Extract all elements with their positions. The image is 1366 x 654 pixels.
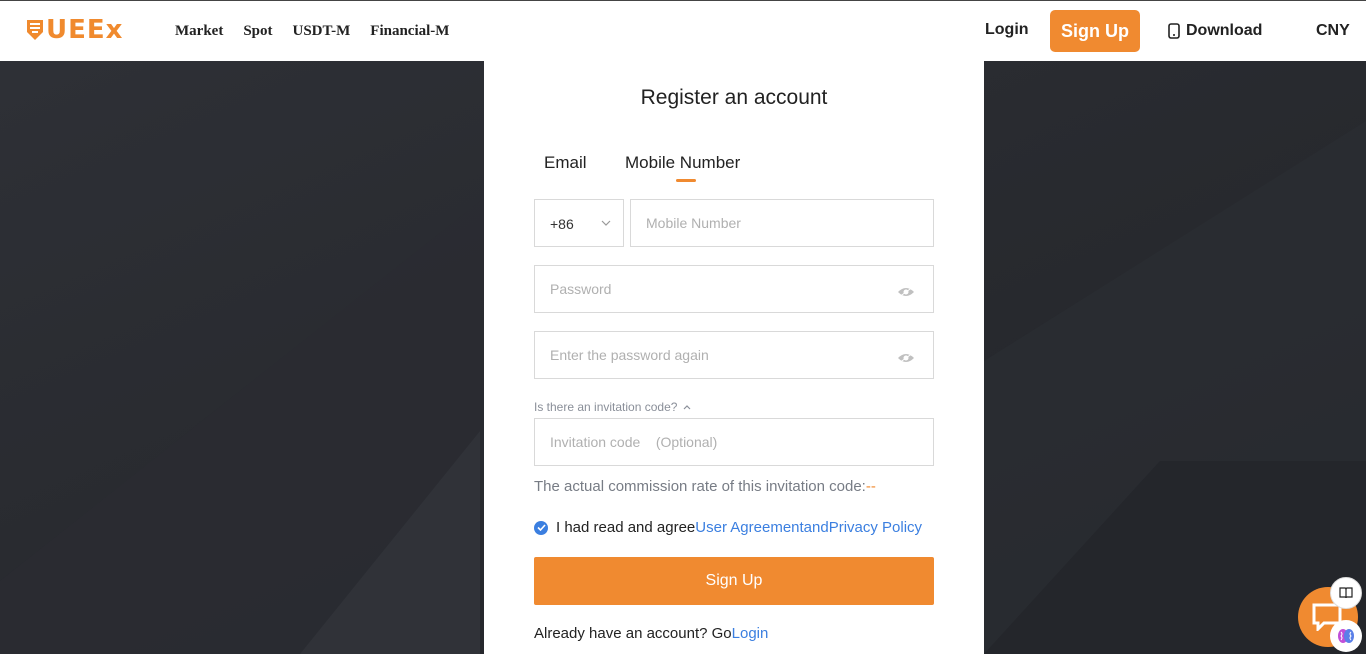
invitation-code-input[interactable]: Invitation code (Optional) <box>534 418 934 466</box>
active-tab-indicator <box>676 179 696 182</box>
brain-icon <box>1338 629 1354 643</box>
download-label: Download <box>1186 22 1263 39</box>
download-link[interactable]: Download <box>1168 22 1262 40</box>
nav-spot[interactable]: Spot <box>243 23 272 40</box>
mobile-number-placeholder: Mobile Number <box>646 215 741 231</box>
invitation-code-placeholder: Invitation code (Optional) <box>550 434 718 450</box>
eye-icon[interactable] <box>897 352 915 364</box>
check-icon <box>536 524 546 531</box>
password-input[interactable]: Password <box>534 265 934 313</box>
password-again-placeholder: Enter the password again <box>550 347 709 363</box>
password-again-input[interactable]: Enter the password again <box>534 331 934 379</box>
already-text: Already have an account? Go <box>534 625 732 642</box>
invitation-toggle-label: Is there an invitation code? <box>534 400 678 414</box>
mobile-number-input[interactable]: Mobile Number <box>630 199 934 247</box>
currency-selector[interactable]: CNY <box>1316 22 1350 40</box>
header-login-link[interactable]: Login <box>985 21 1029 39</box>
already-account-row: Already have an account? GoLogin <box>534 625 768 642</box>
brain-icon-button[interactable] <box>1330 620 1362 652</box>
nav-financial-m[interactable]: Financial-M <box>370 23 449 40</box>
nav-market[interactable]: Market <box>175 23 223 40</box>
commission-label: The actual commission rate of this invit… <box>534 478 866 495</box>
and-text: and <box>803 519 829 536</box>
logo-shield-icon <box>27 20 43 40</box>
agree-text: I had read and agree <box>556 519 696 536</box>
book-icon-button[interactable] <box>1330 577 1362 609</box>
signup-submit-button[interactable]: Sign Up <box>534 557 934 605</box>
country-code-select[interactable]: +86 <box>534 199 624 247</box>
book-icon <box>1339 587 1353 599</box>
tab-mobile-number[interactable]: Mobile Number <box>625 153 740 173</box>
logo[interactable]: UEEx <box>26 15 124 45</box>
commission-value: -- <box>865 478 876 495</box>
commission-rate-text: The actual commission rate of this invit… <box>534 478 876 495</box>
country-code-value: +86 <box>550 216 574 232</box>
register-card: Register an account Email Mobile Number … <box>484 61 984 654</box>
tab-email[interactable]: Email <box>544 153 587 173</box>
eye-icon[interactable] <box>897 286 915 298</box>
chevron-up-icon <box>684 404 691 409</box>
header-signup-button[interactable]: Sign Up <box>1050 10 1140 52</box>
chevron-down-icon <box>601 220 611 226</box>
password-placeholder: Password <box>550 281 612 297</box>
top-header: UEEx Market Spot USDT-M Financial-M Logi… <box>0 0 1366 61</box>
logo-text: UEEx <box>46 15 124 45</box>
phone-icon <box>1168 23 1180 39</box>
agreement-row: I had read and agree User Agreement and Pri… <box>534 519 922 536</box>
main-nav: Market Spot USDT-M Financial-M <box>175 23 469 40</box>
invitation-code-toggle[interactable]: Is there an invitation code? <box>534 400 691 414</box>
agree-checkbox[interactable] <box>534 520 548 535</box>
user-agreement-link[interactable]: User Agreement <box>695 519 803 536</box>
privacy-policy-link[interactable]: Privacy Policy <box>829 519 922 536</box>
nav-usdt-m[interactable]: USDT-M <box>293 23 351 40</box>
go-login-link[interactable]: Login <box>732 625 769 642</box>
page-title: Register an account <box>640 86 828 109</box>
